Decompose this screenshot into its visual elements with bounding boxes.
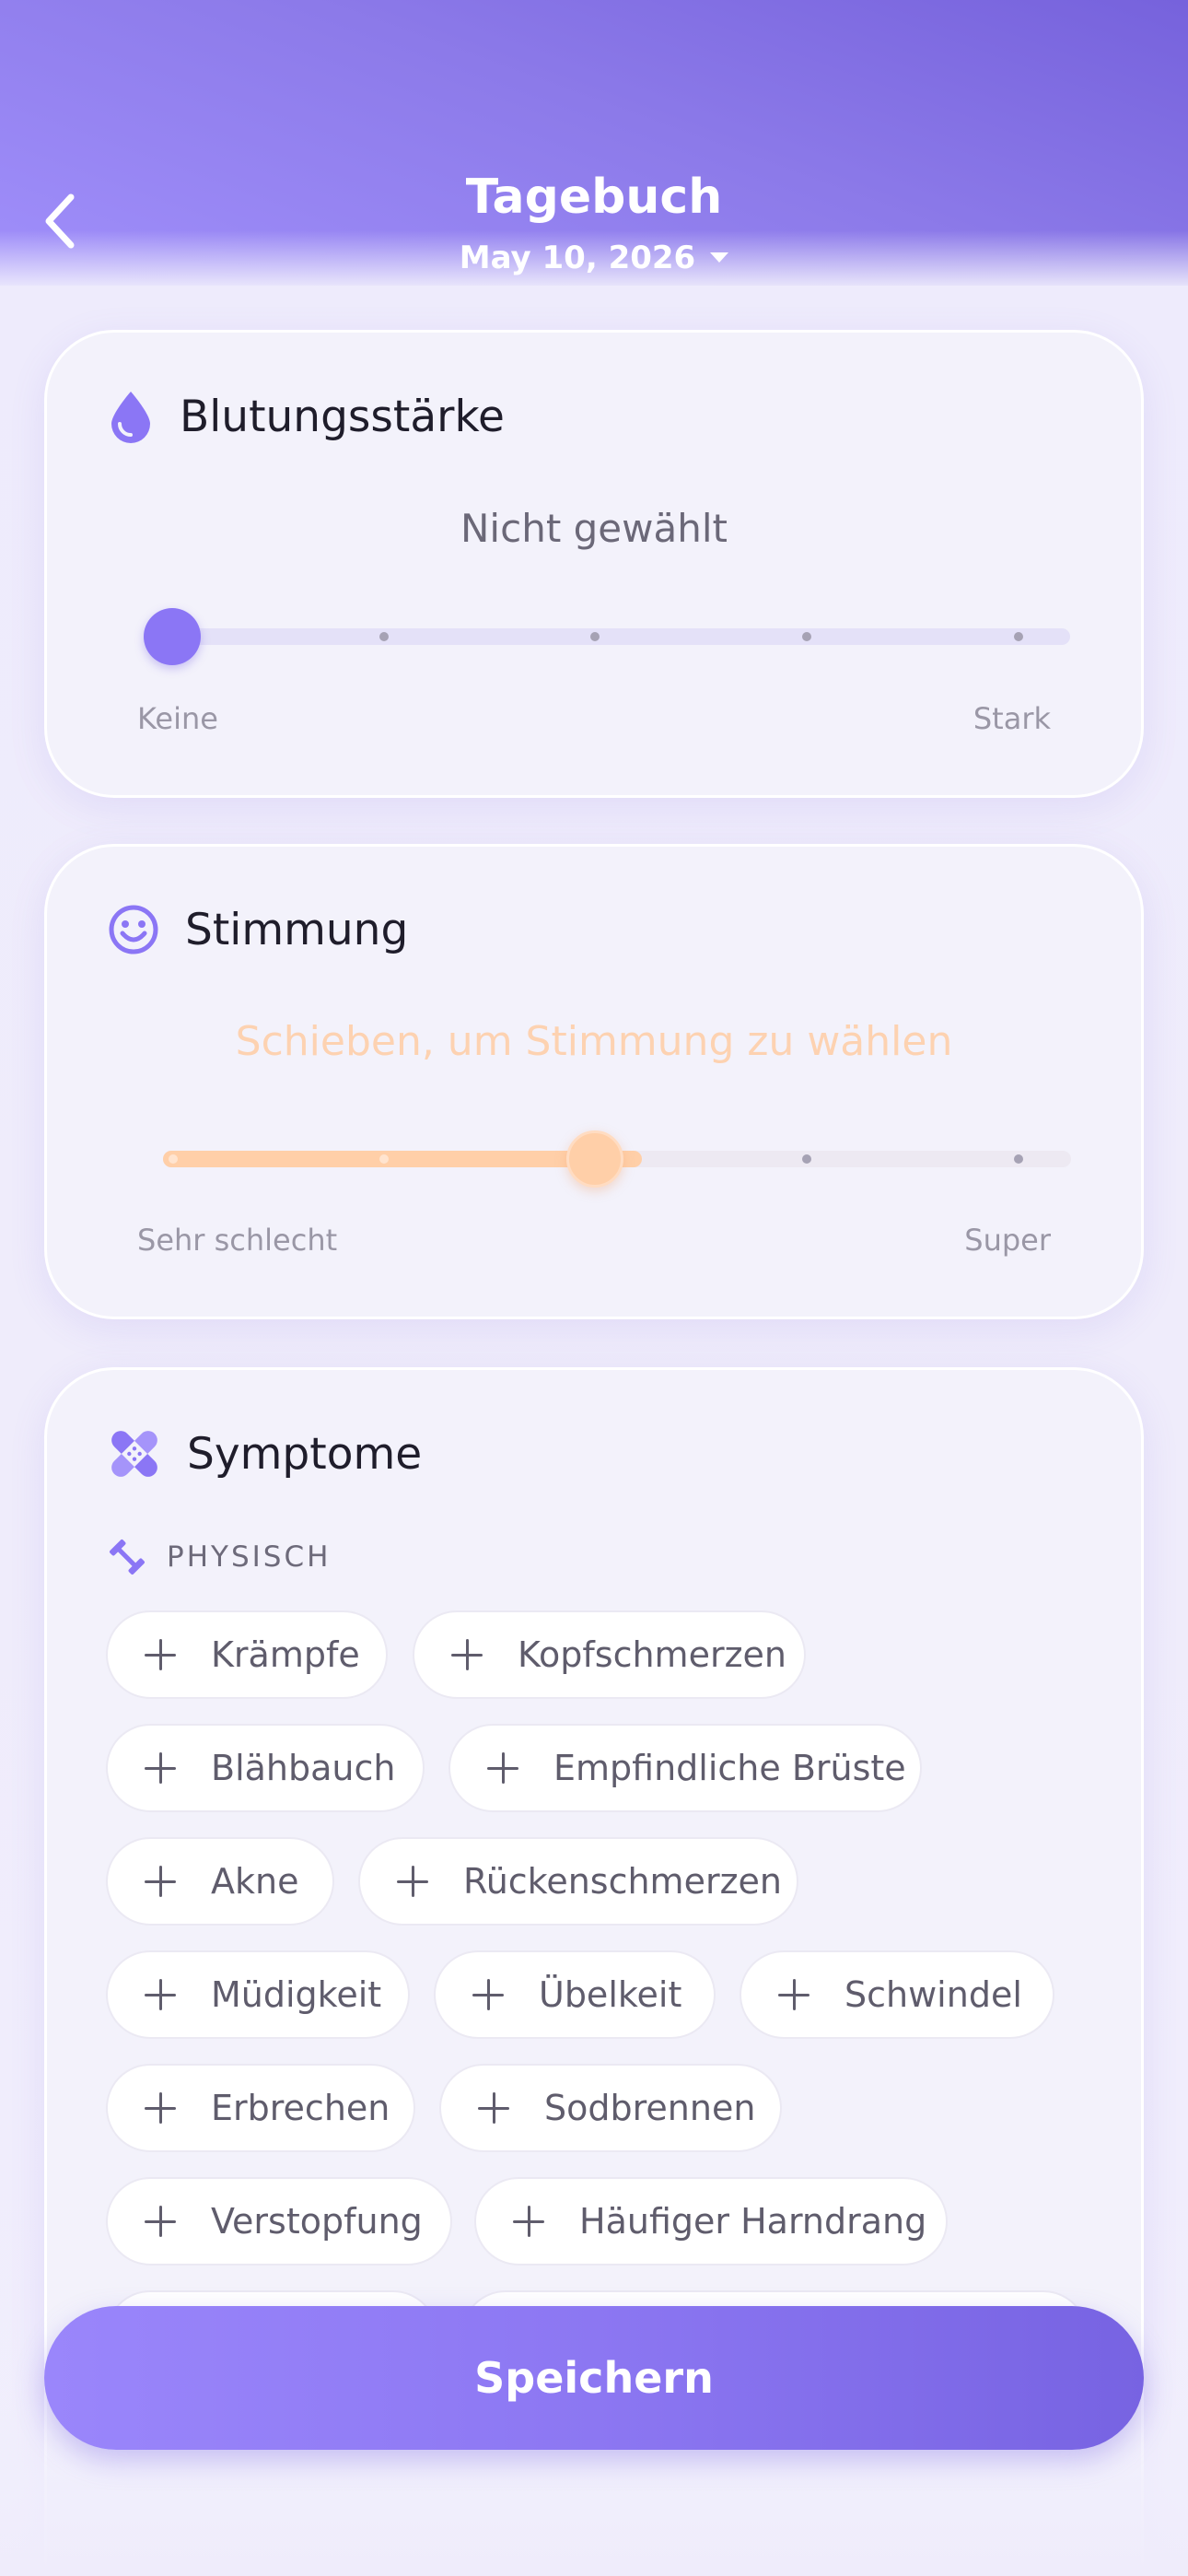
flow-slider-thumb[interactable] [144, 608, 201, 665]
physical-section-label: PHYSISCH [167, 1540, 332, 1574]
plus-icon [145, 1639, 176, 1670]
save-button[interactable]: Speichern [44, 2306, 1144, 2450]
date-label: May 10, 2026 [459, 240, 696, 276]
plus-icon [145, 1752, 176, 1784]
bandage-icon [111, 1431, 157, 1477]
date-picker[interactable]: May 10, 2026 [0, 240, 1188, 276]
symptom-chip-uebelkeit[interactable]: Übelkeit [434, 1950, 716, 2039]
plus-icon [397, 1866, 428, 1897]
plus-icon [145, 1979, 176, 2010]
plus-icon [472, 1979, 504, 2010]
mood-slider-tick [379, 1154, 389, 1164]
symptom-chip-haeufiger-harndrang[interactable]: Häufiger Harndrang [474, 2177, 948, 2266]
plus-icon [145, 1866, 176, 1897]
plus-icon [513, 2206, 544, 2237]
physical-section-header: PHYSISCH [108, 1538, 331, 1576]
symptom-chip-schwindel[interactable]: Schwindel [740, 1950, 1054, 2039]
mood-slider-tick [802, 1154, 811, 1164]
mood-slider-thumb[interactable] [566, 1130, 623, 1188]
plus-icon [778, 1979, 809, 2010]
symptoms-title: Symptome [187, 1428, 423, 1480]
flow-status: Nicht gewählt [460, 506, 728, 551]
flow-card: Blutungsstärke Nicht gewählt Keine Stark [44, 330, 1144, 798]
smiley-icon [109, 905, 158, 954]
symptom-chip-verstopfung[interactable]: Verstopfung [106, 2177, 452, 2266]
flow-max-label: Stark [973, 701, 1051, 736]
symptom-chip-erbrechen[interactable]: Erbrechen [106, 2064, 415, 2152]
diary-screen: Tagebuch May 10, 2026 Blutungsstärke Nic… [0, 0, 1188, 2576]
flow-slider-tick [802, 632, 811, 641]
page-title: Tagebuch [465, 170, 723, 225]
symptom-chip-kraempfe[interactable]: Krämpfe [106, 1610, 388, 1699]
symptom-chip-sodbrennen[interactable]: Sodbrennen [439, 2064, 782, 2152]
mood-title: Stimmung [185, 904, 409, 955]
plus-icon [145, 2206, 176, 2237]
symptom-chip-akne[interactable]: Akne [106, 1837, 334, 1926]
mood-slider-tick [1014, 1154, 1023, 1164]
flow-slider-tick [379, 632, 389, 641]
flow-slider-track[interactable] [175, 628, 1070, 645]
flow-slider-tick [590, 632, 600, 641]
symptom-chip-kopfschmerzen[interactable]: Kopfschmerzen [413, 1610, 806, 1699]
mood-max-label: Super [964, 1223, 1051, 1258]
flow-min-label: Keine [137, 701, 218, 736]
flow-title: Blutungsstärke [180, 391, 505, 442]
mood-slider-tick [169, 1154, 178, 1164]
plus-icon [478, 2092, 509, 2124]
symptom-chip-rueckenschmerzen[interactable]: Rückenschmerzen [358, 1837, 798, 1926]
mood-status: Schieben, um Stimmung zu wählen [235, 1018, 953, 1065]
mood-card: Stimmung Schieben, um Stimmung zu wählen… [44, 844, 1144, 1319]
caret-down-icon [710, 252, 729, 263]
plus-icon [451, 1639, 483, 1670]
plus-icon [487, 1752, 518, 1784]
flow-slider-tick [1014, 632, 1023, 641]
symptom-chip-empfindliche-brueste[interactable]: Empfindliche Brüste [448, 1724, 922, 1812]
drop-icon [111, 392, 150, 443]
plus-icon [145, 2092, 176, 2124]
mood-min-label: Sehr schlecht [137, 1223, 338, 1258]
symptom-chip-blaehbauch[interactable]: Blähbauch [106, 1724, 425, 1812]
symptom-chip-muedigkeit[interactable]: Müdigkeit [106, 1950, 410, 2039]
dumbbell-icon [110, 1540, 145, 1575]
